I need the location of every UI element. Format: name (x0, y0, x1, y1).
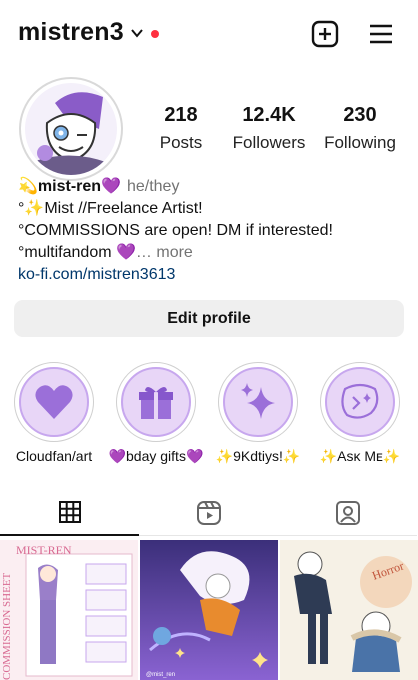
bio-line-2: °COMMISSIONS are open! DM if interested! (18, 222, 333, 239)
edit-profile-button[interactable]: Edit profile (14, 300, 404, 337)
highlight-label: ✨Aѕĸ Mᴇ✨ (319, 448, 401, 464)
highlight-label: Cloudfan/art (15, 448, 93, 464)
hamburger-menu-icon[interactable] (367, 20, 395, 48)
highlight-cover (19, 367, 89, 437)
story-highlight[interactable]: ✨Aѕĸ Mᴇ✨ (318, 362, 402, 465)
stat-label: Posts (159, 133, 203, 152)
stat-value: 230 (343, 104, 377, 126)
heart-icon (35, 385, 73, 419)
notification-dot (151, 30, 159, 38)
display-name: 💫mist-ren💜 (18, 178, 121, 195)
bio-ellipsis: … (135, 244, 152, 261)
chevron-down-icon[interactable] (129, 26, 145, 40)
post-title-text: MIST-REN (16, 543, 72, 557)
grid-icon (58, 501, 81, 523)
bio-line-3-text: °multifandom 💜 (18, 244, 136, 261)
pronouns: he/they (126, 178, 180, 195)
post-thumbnail: Horror (280, 540, 418, 680)
gift-icon (139, 386, 173, 419)
profile-tabs (0, 490, 418, 536)
grid-post[interactable]: @mist_ren (140, 540, 278, 680)
highlight-ring (14, 362, 94, 442)
grid-post[interactable]: MIST-REN COMMISSION SHEET (0, 540, 138, 680)
tagged-person-icon (335, 500, 360, 525)
posts-grid: MIST-REN COMMISSION SHEET @mist_ren Horr… (0, 540, 418, 680)
following-count[interactable]: 230 Following (320, 104, 400, 153)
bio-line-1: °✨Mist //Freelance Artist! (18, 200, 203, 217)
highlight-ring (218, 362, 298, 442)
tab-tagged[interactable] (278, 490, 417, 536)
post-side-text: COMMISSION SHEET (1, 572, 13, 680)
followers-count[interactable]: 12.4K Followers (228, 104, 310, 153)
bio-website-link[interactable]: ko-fi.com/mistren3613 (18, 264, 408, 286)
profile-bio: 💫mist-ren💜 he/they °✨Mist //Freelance Art… (18, 176, 408, 286)
highlight-label: ✨9Kdtiys!✨ (215, 448, 301, 464)
post-signature-text: @mist_ren (146, 672, 175, 678)
story-highlight[interactable]: ✨9Kdtiys!✨ (216, 362, 300, 465)
highlight-ring (320, 362, 400, 442)
bio-name-line: 💫mist-ren💜 he/they (18, 176, 408, 198)
stat-value: 12.4K (242, 104, 296, 126)
stat-value: 218 (164, 104, 198, 126)
bio-more-link[interactable]: more (156, 244, 192, 261)
post-thumbnail: @mist_ren (140, 540, 278, 680)
posts-count[interactable]: 218 Posts (150, 104, 212, 153)
tab-posts[interactable] (0, 490, 139, 536)
reels-icon (196, 500, 221, 525)
stat-label: Following (324, 133, 396, 152)
bio-line-3: °multifandom 💜… more (18, 242, 408, 264)
stat-label: Followers (232, 133, 306, 152)
avatar-image (25, 83, 117, 175)
highlight-ring (116, 362, 196, 442)
add-square-icon[interactable] (311, 20, 339, 48)
highlight-cover (121, 367, 191, 437)
post-thumbnail: MIST-REN COMMISSION SHEET (0, 540, 138, 680)
sparkles-icon (241, 383, 275, 419)
story-highlight[interactable]: Cloudfan/art (12, 362, 96, 464)
profile-avatar[interactable] (19, 77, 123, 181)
profile-header: mistren3 (0, 0, 418, 68)
chat-sparkle-icon (341, 383, 379, 419)
grid-post[interactable]: Horror (280, 540, 418, 680)
highlight-cover (325, 367, 395, 437)
highlight-label: 💜bday gifts💜 (108, 448, 204, 464)
tab-reels[interactable] (139, 490, 278, 536)
story-highlight[interactable]: 💜bday gifts💜 (109, 362, 203, 465)
account-username[interactable]: mistren3 (18, 18, 124, 47)
highlight-cover (223, 367, 293, 437)
